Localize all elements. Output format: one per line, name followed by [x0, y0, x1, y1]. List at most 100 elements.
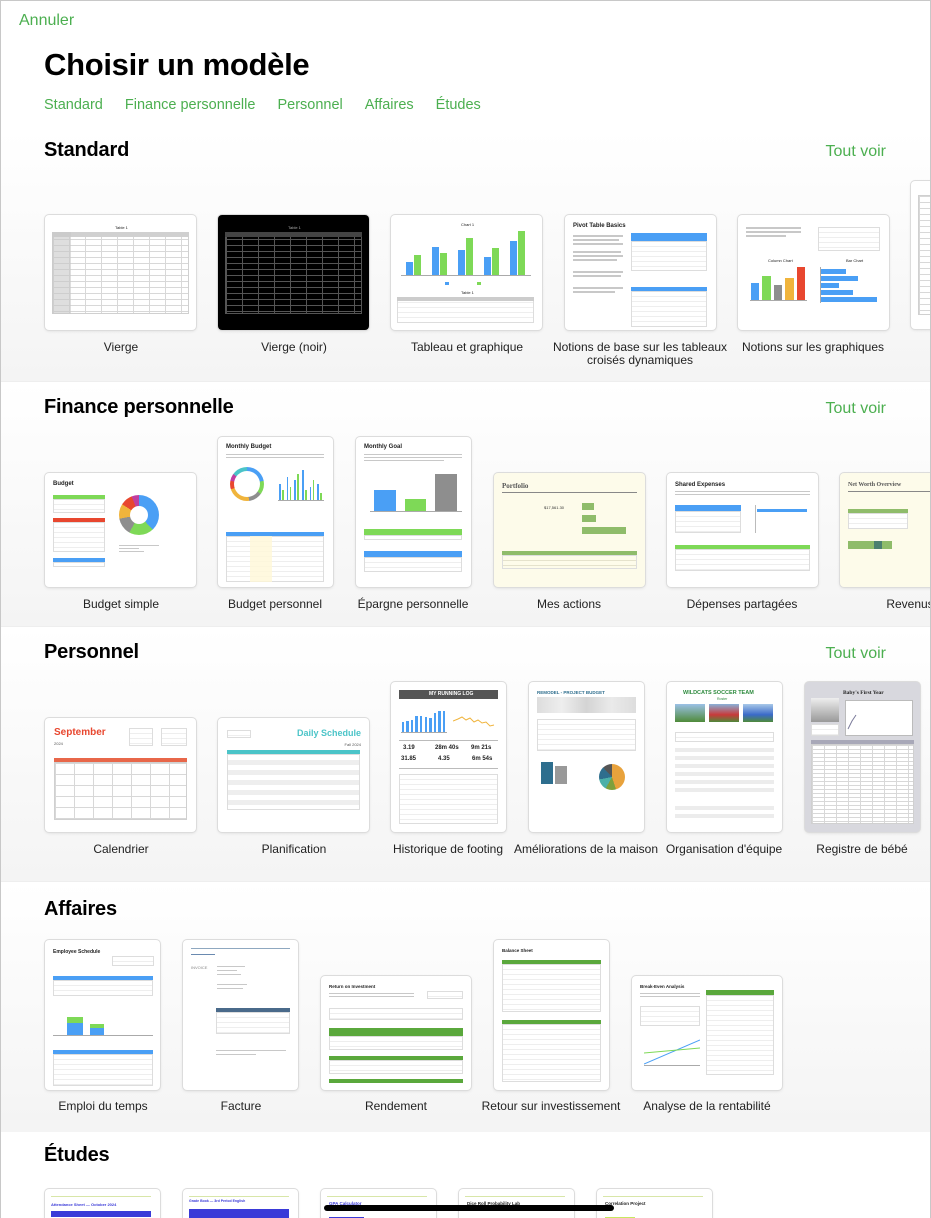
distance-bar-chart: [401, 707, 447, 733]
table-grid: [225, 232, 362, 314]
cancel-button[interactable]: Annuler: [19, 12, 74, 30]
template-label: Calendrier: [93, 842, 149, 856]
text-line: [226, 454, 324, 455]
template-thumbnail[interactable]: Monthly Goal: [356, 437, 471, 587]
template-thumbnail[interactable]: Column Chart Bar Chart: [738, 215, 889, 330]
top-rule: [191, 948, 290, 949]
text-line: [573, 243, 623, 245]
template-label: Planification: [261, 842, 327, 856]
schedule-rows: [227, 754, 360, 810]
growth-chart: [845, 700, 913, 736]
template-thumbnail[interactable]: Shared Expenses: [667, 473, 818, 587]
template-thumbnail[interactable]: Budget: [45, 473, 196, 587]
template-thumbnail-partial[interactable]: [911, 181, 930, 329]
template-thumbnail[interactable]: MY RUNNING LOG 3.19 28m 40s 9m 21s 31.85…: [391, 682, 506, 832]
donut-chart: [230, 467, 264, 501]
home-indicator[interactable]: [324, 1205, 614, 1211]
text-line: [746, 231, 801, 233]
chart-bar: [286, 476, 289, 500]
actual-bar: [555, 766, 567, 784]
category-rows: [226, 536, 324, 582]
template-thumbnail[interactable]: Chart 1 Table 1: [391, 215, 542, 330]
chart-bar: [821, 290, 854, 295]
summary-rows: [329, 1008, 463, 1020]
chart-bar: [419, 715, 423, 732]
text-line: [573, 275, 621, 277]
template-gpa-calculator[interactable]: GPA Calculator: [321, 1189, 436, 1218]
chart-bar: [320, 493, 322, 500]
chart-bar: [492, 248, 499, 275]
template-thumbnail[interactable]: Monthly Budget: [218, 437, 333, 587]
chart-bar: [304, 490, 307, 500]
template-thumbnail[interactable]: Table 1: [218, 215, 369, 330]
template-thumbnail[interactable]: Pivot Table Basics: [565, 215, 716, 330]
thumb-title: Attendance Sheet — October 2024: [51, 1202, 117, 1207]
tab-finance-personnelle[interactable]: Finance personnelle: [125, 97, 256, 113]
mini-column-chart: [370, 472, 462, 512]
template-label: Épargne personnelle: [357, 597, 469, 611]
chart-bar: [294, 480, 297, 500]
text-line: [217, 984, 247, 985]
legend-box: [112, 956, 154, 966]
thumb-title: Shared Expenses: [675, 482, 726, 488]
chart-bar: [302, 470, 304, 500]
chart-bar: [312, 480, 315, 500]
mini-bar-chart: [278, 467, 324, 501]
template-correlation[interactable]: Correlation Project: [597, 1189, 712, 1218]
template-grade-book[interactable]: Grade Book — 3rd Period English: [183, 1189, 298, 1218]
see-all-button[interactable]: Tout voir: [826, 645, 886, 663]
page-title: Choisir un modèle: [44, 47, 310, 82]
template-label: Revenus n: [886, 597, 930, 611]
chart-bar: [821, 276, 858, 281]
text-line: [573, 239, 619, 241]
tab-personnel[interactable]: Personnel: [277, 97, 342, 113]
divider: [399, 740, 498, 741]
text-line: [640, 996, 700, 997]
template-label: Retour sur investissement: [481, 1099, 621, 1113]
see-all-button[interactable]: Tout voir: [826, 400, 886, 418]
template-thumbnail[interactable]: Balance Sheet: [494, 940, 609, 1090]
text-line: [675, 491, 810, 492]
pivot-rows: [631, 241, 707, 271]
thumb-title: Pivot Table Basics: [573, 223, 626, 229]
text-line: [675, 494, 810, 495]
tab-affaires[interactable]: Affaires: [365, 97, 414, 113]
data-table: [818, 227, 880, 251]
template-thumbnail[interactable]: September 2024: [45, 718, 196, 832]
template-thumbnail[interactable]: REMODEL - PROJECT BUDGET: [529, 682, 644, 832]
table-grid: [918, 195, 930, 315]
template-thumbnail[interactable]: Break-Even Analysis: [632, 976, 782, 1090]
template-thumbnail[interactable]: Daily Schedule Fall 2024: [218, 718, 369, 832]
signin-rows: [53, 1054, 153, 1086]
template-dice-roll[interactable]: Dice Roll Probability Lab: [459, 1189, 574, 1218]
thumb-title: Table 1: [115, 225, 128, 230]
template-thumbnail[interactable]: Return on Investment: [321, 976, 471, 1090]
template-thumbnail[interactable]: Net Worth Overview: [840, 473, 930, 587]
chart-bar: [309, 486, 312, 500]
mini-horizontal-bar-chart: [820, 267, 880, 303]
template-thumbnail[interactable]: Employee Schedule: [45, 940, 160, 1090]
template-thumbnail[interactable]: Portfolio $17,561.30: [494, 473, 645, 587]
thumb-subtitle: Bar Chart: [846, 258, 864, 263]
text-line: [329, 993, 414, 994]
top-rule: [327, 1196, 427, 1197]
thumb-title: Break-Even Analysis: [640, 984, 685, 989]
owed-bar: [757, 509, 807, 512]
inputs-rows: [640, 1006, 700, 1026]
thumb-title: Monthly Goal: [364, 444, 402, 450]
template-thumbnail[interactable]: INVOICE: [183, 940, 298, 1090]
top-rule: [465, 1196, 565, 1197]
see-all-button[interactable]: Tout voir: [826, 143, 886, 161]
template-label: Notions sur les graphiques: [741, 340, 885, 354]
text-line: [573, 235, 623, 237]
template-thumbnail[interactable]: WILDCATS SOCCER TEAM Roster: [667, 682, 782, 832]
template-attendance[interactable]: Attendance Sheet — October 2024: [45, 1189, 160, 1218]
tab-standard[interactable]: Standard: [44, 97, 103, 113]
thumb-title: Return on Investment: [329, 984, 376, 989]
template-thumbnail[interactable]: Baby's First Year: [805, 682, 920, 832]
thumb-subtitle: Fall 2024: [344, 742, 361, 747]
top-rule: [189, 1196, 289, 1197]
tab-etudes[interactable]: Études: [436, 97, 481, 113]
log-rows: [399, 774, 498, 824]
template-thumbnail[interactable]: Table 1: [45, 215, 196, 330]
